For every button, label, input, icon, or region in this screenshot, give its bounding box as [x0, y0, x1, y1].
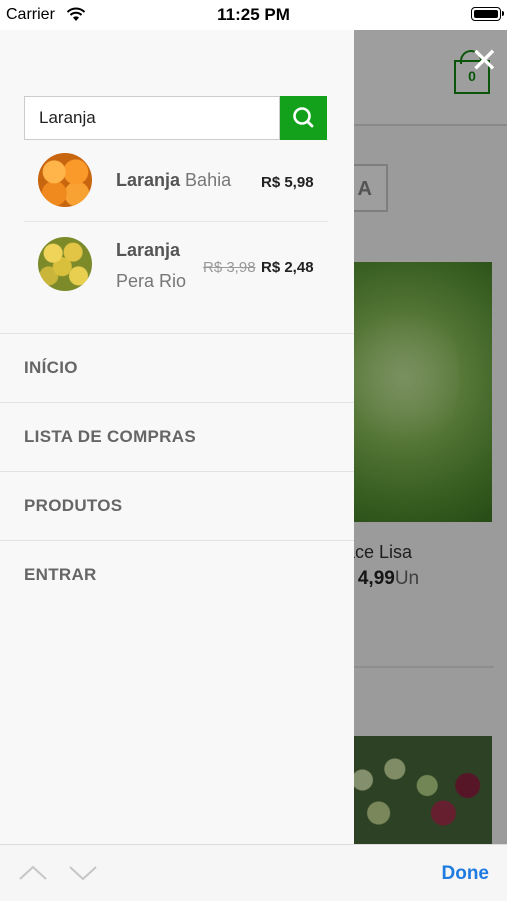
result-name-rest: Pera Rio	[116, 271, 187, 291]
result-divider	[24, 221, 328, 222]
search-input[interactable]	[24, 96, 280, 140]
keyboard-accessory-bar: Done	[0, 844, 507, 901]
battery-icon	[471, 7, 504, 21]
result-name: Laranja Bahia	[116, 170, 231, 191]
menu-item-label: LISTA DE COMPRAS	[24, 427, 196, 446]
result-old-price: R$ 3,98	[203, 259, 256, 276]
search-icon	[293, 107, 314, 128]
result-name: Laranja Pera Rio	[116, 240, 186, 292]
menu-item-inicio[interactable]: INÍCIO	[0, 333, 354, 402]
chevron-up-icon[interactable]	[18, 863, 48, 883]
menu-item-label: PRODUTOS	[24, 496, 123, 515]
result-price: R$ 5,98	[261, 174, 314, 191]
result-name-bold: Laranja	[116, 240, 181, 260]
search-button[interactable]	[280, 96, 327, 140]
menu-item-lista-de-compras[interactable]: LISTA DE COMPRAS	[0, 402, 354, 471]
product-thumbnail	[38, 237, 92, 291]
drawer-menu: INÍCIO LISTA DE COMPRAS PRODUTOS ENTRAR	[0, 333, 354, 609]
menu-item-entrar[interactable]: ENTRAR	[0, 540, 354, 609]
result-name-rest: Bahia	[185, 170, 232, 190]
result-name-bold: Laranja	[116, 170, 181, 190]
menu-item-label: ENTRAR	[24, 565, 97, 584]
product-thumbnail	[38, 153, 92, 207]
chevron-down-icon[interactable]	[68, 863, 98, 883]
close-icon[interactable]: ✕	[470, 44, 499, 78]
result-price: R$ 2,48	[261, 259, 314, 276]
search-result-item[interactable]: Laranja Bahia R$ 5,98	[24, 153, 328, 219]
status-bar: Carrier 11:25 PM	[0, 0, 507, 30]
clock: 11:25 PM	[217, 5, 290, 24]
search-result-item[interactable]: Laranja Pera Rio R$ 3,98 R$ 2,48	[24, 237, 328, 303]
done-button[interactable]: Done	[442, 863, 490, 885]
menu-item-produtos[interactable]: PRODUTOS	[0, 471, 354, 540]
menu-item-label: INÍCIO	[24, 358, 78, 377]
side-drawer: Laranja Bahia R$ 5,98 Laranja Pera Rio R…	[0, 30, 354, 844]
